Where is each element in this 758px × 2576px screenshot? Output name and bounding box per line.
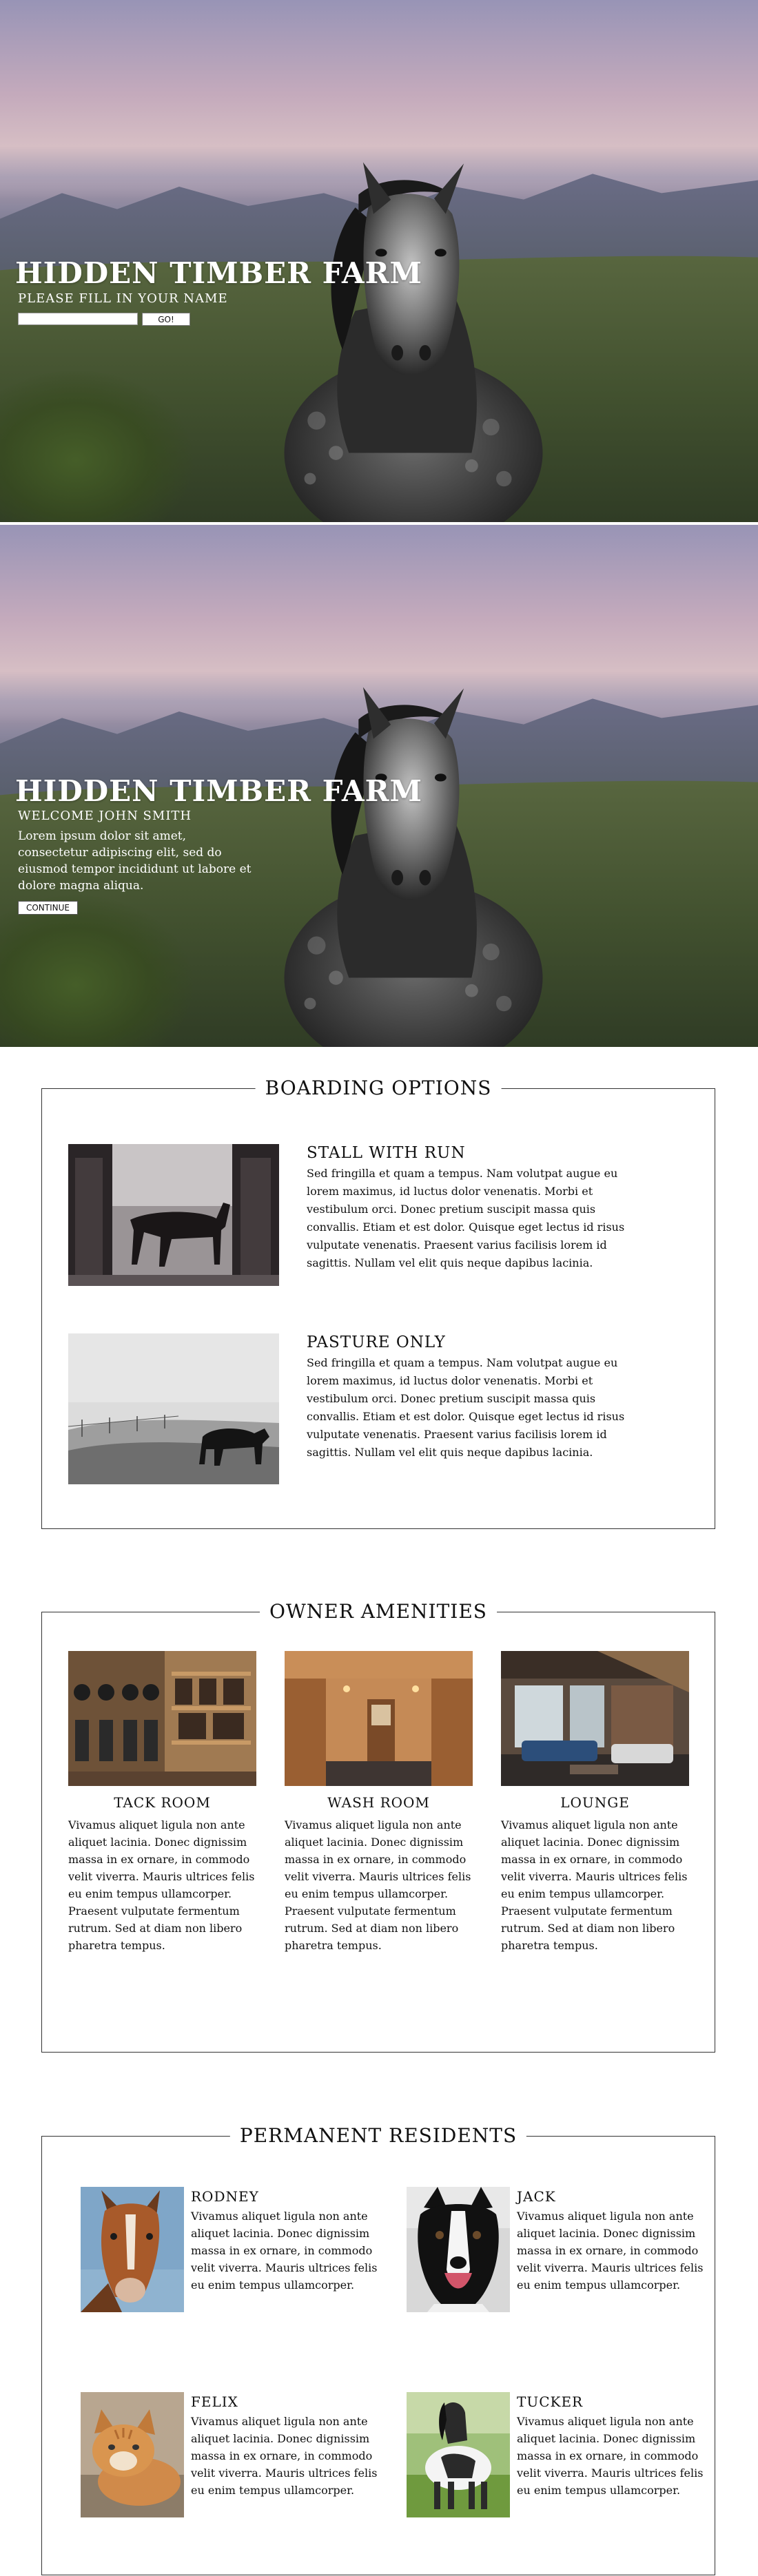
owner-amenities-section: OWNER AMENITIES TACK ROOM Vivamus alique… <box>41 1600 715 2053</box>
resident-name: TUCKER <box>517 2393 584 2410</box>
horse-image <box>284 162 543 522</box>
name-prompt: PLEASE FILL IN YOUR NAME <box>18 291 228 306</box>
amenity-description: Vivamus aliquet ligula non ante aliquet … <box>285 1818 471 1952</box>
amenity-heading: TACK ROOM <box>114 1794 211 1811</box>
section-title: BOARDING OPTIONS <box>255 1077 502 1099</box>
amenity-heading: LOUNGE <box>560 1794 630 1811</box>
resident-name: FELIX <box>191 2393 238 2410</box>
jack-image <box>407 2187 510 2312</box>
section-title: OWNER AMENITIES <box>260 1600 497 1623</box>
resident-description: Vivamus aliquet ligula non ante aliquet … <box>191 2210 378 2292</box>
permanent-residents-section: PERMANENT RESIDENTS RODNEY Vivamus aliqu… <box>41 2124 715 2575</box>
amenity-heading: WASH ROOM <box>327 1794 430 1811</box>
horse-image <box>284 687 543 1047</box>
welcome-message: WELCOME JOHN SMITH <box>18 809 192 823</box>
name-input[interactable] <box>18 313 138 325</box>
tack-room-image <box>68 1651 256 1786</box>
resident-description: Vivamus aliquet ligula non ante aliquet … <box>517 2415 704 2497</box>
stall-image <box>68 1144 279 1286</box>
pasture-image <box>68 1333 279 1484</box>
intro-text: Lorem ipsum dolor sit amet, consectetur … <box>18 829 252 893</box>
site-title: HIDDEN TIMBER FARM <box>15 774 422 808</box>
hero-welcome-section: HIDDEN TIMBER FARM WELCOME JOHN SMITH Lo… <box>0 525 758 1047</box>
go-button[interactable]: GO! <box>142 313 190 326</box>
boarding-heading: PASTURE ONLY <box>307 1333 446 1351</box>
rodney-image <box>81 2187 184 2312</box>
site-title: HIDDEN TIMBER FARM <box>15 256 422 290</box>
wash-room-image <box>285 1651 473 1786</box>
boarding-heading: STALL WITH RUN <box>307 1144 466 1162</box>
resident-name: JACK <box>517 2188 556 2205</box>
boarding-description: Sed fringilla et quam a tempus. Nam volu… <box>307 1167 625 1269</box>
tucker-image <box>407 2392 510 2517</box>
boarding-description: Sed fringilla et quam a tempus. Nam volu… <box>307 1356 625 1459</box>
felix-image <box>81 2392 184 2517</box>
lounge-image <box>501 1651 689 1786</box>
hero-login-section: HIDDEN TIMBER FARM PLEASE FILL IN YOUR N… <box>0 0 758 522</box>
continue-button[interactable]: CONTINUE <box>18 901 78 915</box>
resident-description: Vivamus aliquet ligula non ante aliquet … <box>517 2210 704 2292</box>
section-title: PERMANENT RESIDENTS <box>229 2124 527 2147</box>
resident-description: Vivamus aliquet ligula non ante aliquet … <box>191 2415 378 2497</box>
amenity-description: Vivamus aliquet ligula non ante aliquet … <box>501 1818 688 1952</box>
boarding-options-section: BOARDING OPTIONS STALL WITH RUN Sed frin… <box>41 1077 715 1529</box>
resident-name: RODNEY <box>191 2188 259 2205</box>
amenity-description: Vivamus aliquet ligula non ante aliquet … <box>68 1818 255 1952</box>
